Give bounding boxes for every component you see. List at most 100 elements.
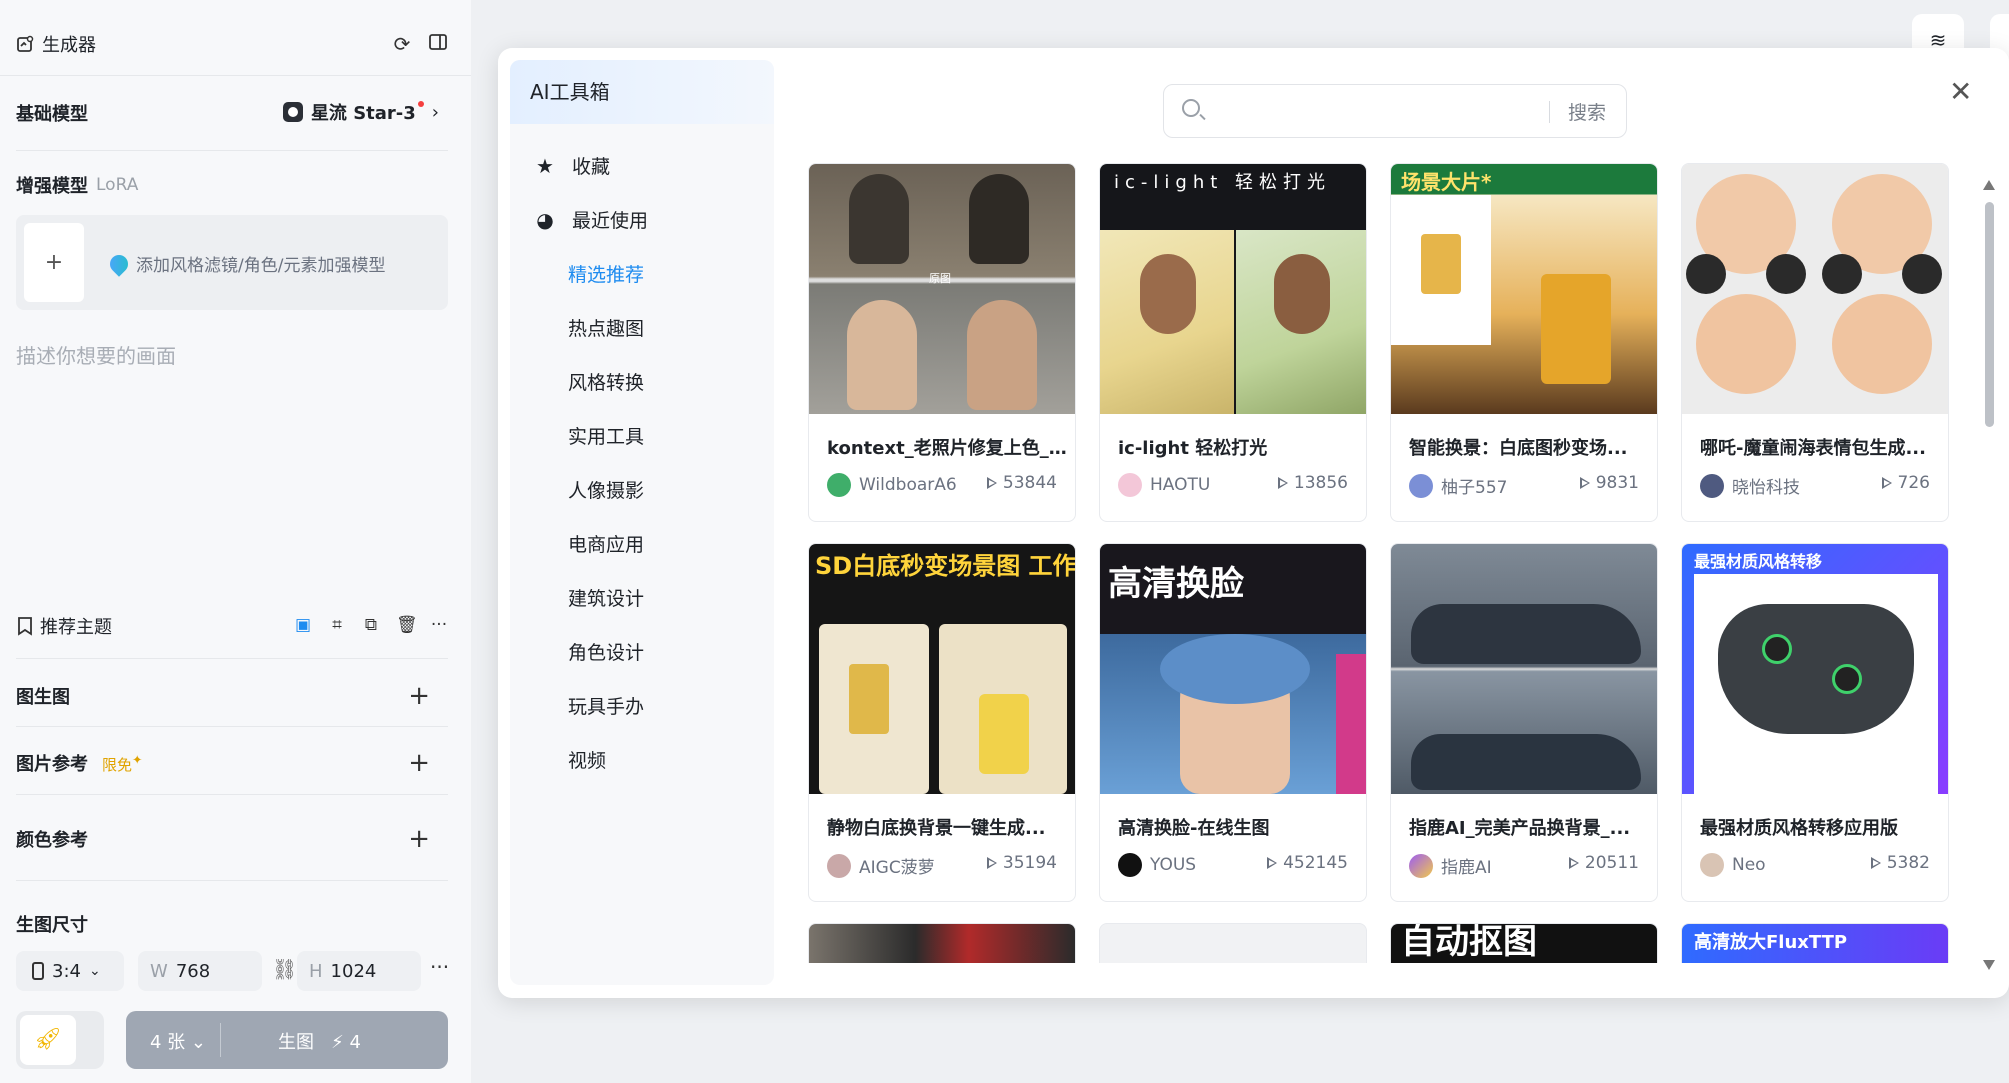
prompt-input[interactable]: 描述你想要的画面 (16, 340, 176, 369)
tool-card[interactable]: ic-light 轻松打光 ic-light 轻松打光 HAOTU 13856 (1099, 163, 1367, 522)
portrait-icon (32, 962, 44, 980)
card-author: 晓怡科技 (1700, 473, 1800, 498)
height-value: 1024 (330, 960, 377, 982)
tool-card[interactable]: 哪吒-魔童闹海表情包生成... 晓怡科技 726 (1681, 163, 1949, 522)
section-color-reference[interactable]: 颜色参考 + (16, 826, 448, 852)
scan-icon[interactable]: ⌗ (328, 614, 346, 636)
scroll-down-icon[interactable] (1983, 960, 1995, 970)
lora-placeholder-text: 添加风格滤镜/角色/元素加强模型 (136, 256, 386, 276)
card-title: ic-light 轻松打光 (1118, 438, 1268, 459)
nav-item-character[interactable]: 角色设计 (568, 638, 644, 665)
search-button[interactable]: 搜索 (1568, 98, 1606, 125)
nav-item-style-transfer[interactable]: 风格转换 (568, 368, 644, 395)
free-badge-text: 限免 (102, 755, 133, 774)
play-icon (1881, 477, 1892, 489)
divider (16, 794, 448, 795)
crop-icon[interactable]: ⧉ (362, 614, 380, 636)
nav-item-toys[interactable]: 玩具手办 (568, 692, 644, 719)
plus-icon[interactable]: + (408, 750, 430, 776)
scrollbar[interactable] (1983, 180, 1995, 970)
card-author: Neo (1700, 853, 1766, 877)
tool-card[interactable]: 指鹿AI_完美产品换背景_... 指鹿AI 20511 (1390, 543, 1658, 902)
tool-card[interactable]: 高清换脸 高清换脸-在线生图 YOUS 452145 (1099, 543, 1367, 902)
theme-label[interactable]: 推荐主题 (40, 613, 112, 639)
section-img2img[interactable]: 图生图 + (16, 683, 448, 709)
play-count: 5382 (1886, 853, 1930, 873)
tool-card[interactable]: 原图 kontext_老照片修复上色_... WildboarA6 53844 (808, 163, 1076, 522)
tool-card-partial[interactable] (808, 923, 1076, 963)
generate-label: 生图 (278, 1032, 314, 1053)
avatar (827, 473, 851, 497)
card-title: kontext_老照片修复上色_... (827, 438, 1067, 459)
toolbox-title: AI工具箱 (510, 60, 774, 124)
nav-item-recent[interactable]: ◕ 最近使用 (534, 206, 648, 233)
play-icon (1277, 477, 1288, 489)
toolbox-nav: AI工具箱 ★ 收藏 ◕ 最近使用 精选推荐 热点趣图 风格转换 实用工具 人像… (510, 60, 774, 985)
tool-card[interactable]: 场景大片* 智能换景：白底图秒变场... 柚子557 9831 (1390, 163, 1658, 522)
tool-card-partial[interactable]: 自动抠图 (1390, 923, 1658, 963)
add-lora-button[interactable]: + (24, 223, 84, 302)
author-name: 指鹿AI (1441, 858, 1492, 878)
lora-box[interactable]: + 添加风格滤镜/角色/元素加强模型 (16, 215, 448, 310)
close-icon[interactable]: ✕ (1949, 78, 1972, 106)
search-input[interactable] (1214, 95, 1544, 127)
scroll-thumb[interactable] (1985, 202, 1994, 427)
card-overlay-text: 最强材质风格转移 (1694, 552, 1823, 571)
base-model-selector[interactable]: 星流 Star-3 › (282, 99, 439, 125)
play-icon (1579, 477, 1590, 489)
generator-header: 生成器 ⟳ (0, 0, 471, 76)
tool-card[interactable]: SD白底秒变场景图 工作流 静物白底换背景一键生成... AIGC菠萝 3519… (808, 543, 1076, 902)
edit-image-icon[interactable]: ▣ (294, 614, 312, 636)
play-count: 35194 (1002, 853, 1057, 873)
tool-card[interactable]: 最强材质风格转移 最强材质风格转移应用版 Neo 5382 (1681, 543, 1949, 902)
refresh-icon[interactable]: ⟳ (390, 32, 414, 56)
play-icon (986, 477, 997, 489)
model-logo-icon (282, 102, 303, 122)
card-overlay-text: 高清换脸 (1108, 564, 1244, 604)
section-image-reference[interactable]: 图片参考 限免✦ + (16, 750, 448, 776)
scroll-up-icon[interactable] (1983, 180, 1995, 190)
sidebar-toggle-icon[interactable] (426, 32, 450, 56)
generate-button[interactable]: 4 张 ⌄ 生图 ⚡︎ 4 (126, 1011, 448, 1069)
more-icon[interactable]: ··· (430, 614, 448, 636)
height-field[interactable]: H 1024 (297, 951, 421, 991)
link-icon[interactable]: ⛓︎ (272, 957, 297, 981)
card-author: 柚子557 (1409, 473, 1507, 498)
nav-item-video[interactable]: 视频 (568, 746, 606, 773)
card-thumbnail (1682, 164, 1948, 414)
tool-card-partial[interactable]: 高清放大FluxTTP (1681, 923, 1949, 963)
search-icon (1182, 99, 1200, 117)
card-title: 最强材质风格转移应用版 (1700, 818, 1898, 839)
author-name: HAOTU (1150, 475, 1211, 495)
card-title: 静物白底换背景一键生成... (827, 818, 1046, 839)
nav-item-label: 最近使用 (572, 210, 649, 232)
nav-item-ecommerce[interactable]: 电商应用 (568, 530, 644, 557)
chevron-down-icon: ⌄ (88, 963, 101, 979)
card-plays: 452145 (1267, 853, 1348, 873)
ratio-select[interactable]: 3:4 ⌄ (16, 951, 124, 991)
plus-icon[interactable]: + (408, 826, 430, 852)
divider (16, 658, 448, 659)
count-select[interactable]: 4 张 ⌄ (150, 1028, 206, 1054)
nav-item-portrait[interactable]: 人像摄影 (568, 476, 644, 503)
nav-item-architecture[interactable]: 建筑设计 (568, 584, 644, 611)
theme-tools: ▣ ⌗ ⧉ 🗑︎ ··· (294, 614, 448, 636)
rocket-button[interactable]: 🚀︎ (16, 1011, 104, 1069)
generator-panel: 生成器 ⟳ 基础模型 星流 Star-3 › 增强模型 LoRA + 添加风格滤… (0, 0, 471, 1083)
play-icon (986, 857, 997, 869)
more-icon[interactable]: ··· (430, 955, 449, 979)
tool-card-partial[interactable] (1099, 923, 1367, 963)
nav-item-featured[interactable]: 精选推荐 (568, 260, 644, 287)
sparkle-icon: ✦ (132, 751, 143, 767)
lora-placeholder[interactable]: 添加风格滤镜/角色/元素加强模型 (106, 250, 386, 277)
nav-item-favorites[interactable]: ★ 收藏 (534, 152, 610, 179)
card-thumbnail: 高清换脸 (1100, 544, 1366, 794)
plus-icon[interactable]: + (408, 683, 430, 709)
trash-icon[interactable]: 🗑︎ (396, 614, 418, 636)
play-count: 726 (1897, 473, 1930, 493)
width-field[interactable]: W 768 (138, 951, 262, 991)
star-icon: ★ (536, 153, 554, 178)
avatar (1409, 473, 1433, 498)
nav-item-trending[interactable]: 热点趣图 (568, 314, 644, 341)
nav-item-utilities[interactable]: 实用工具 (568, 422, 644, 449)
